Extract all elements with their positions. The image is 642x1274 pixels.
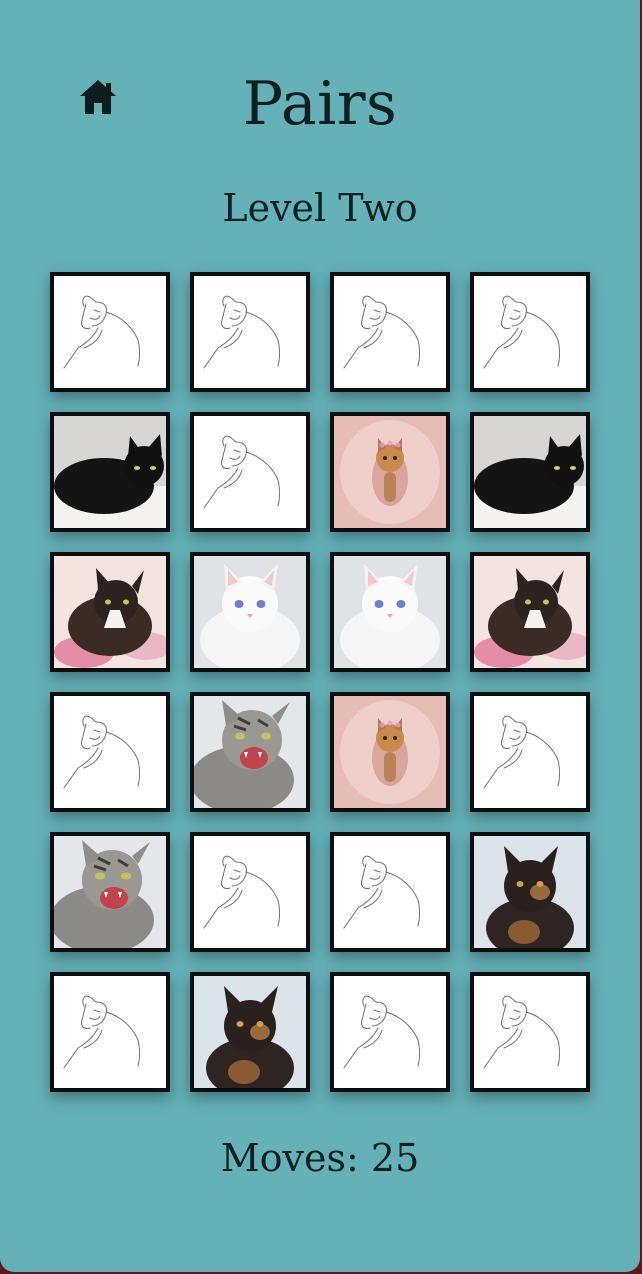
tabby-hissing-image (194, 696, 306, 808)
cat-outline-icon (54, 276, 166, 388)
card-face-down[interactable] (190, 412, 310, 532)
cat-outline-icon (334, 836, 446, 948)
tortoiseshell-cat-image (474, 836, 586, 948)
card-face-down[interactable] (190, 832, 310, 952)
cat-outline-icon (334, 276, 446, 388)
white-cat-image (194, 556, 306, 668)
black-white-cat-image (54, 556, 166, 668)
card-tortoiseshell-cat[interactable] (470, 832, 590, 952)
cat-outline-icon (334, 976, 446, 1088)
moves-counter: Moves: 25 (0, 1132, 640, 1184)
card-white-cat[interactable] (330, 552, 450, 672)
card-black-white-cat[interactable] (470, 552, 590, 672)
black-cat-image (474, 416, 586, 528)
cat-outline-icon (54, 696, 166, 808)
card-black-cat[interactable] (50, 412, 170, 532)
card-tabby-hissing[interactable] (50, 832, 170, 952)
white-cat-image (334, 556, 446, 668)
black-white-cat-image (474, 556, 586, 668)
moves-label: Moves: (220, 1136, 359, 1180)
tabby-hissing-image (54, 836, 166, 948)
card-grid (50, 272, 590, 1092)
cat-outline-icon (474, 276, 586, 388)
card-face-down[interactable] (470, 272, 590, 392)
cat-outline-icon (474, 696, 586, 808)
ginger-kitten-pink-image (334, 416, 446, 528)
card-tabby-hissing[interactable] (190, 692, 310, 812)
card-ginger-kitten-pink[interactable] (330, 412, 450, 532)
card-face-down[interactable] (330, 972, 450, 1092)
game-screen: Pairs Level Two Moves: 25 (0, 0, 640, 1272)
card-face-down[interactable] (50, 972, 170, 1092)
cat-outline-icon (194, 416, 306, 528)
card-face-down[interactable] (470, 972, 590, 1092)
card-white-cat[interactable] (190, 552, 310, 672)
card-ginger-kitten-pink[interactable] (330, 692, 450, 812)
card-face-down[interactable] (50, 692, 170, 812)
card-black-cat[interactable] (470, 412, 590, 532)
ginger-kitten-pink-image (334, 696, 446, 808)
card-face-down[interactable] (330, 272, 450, 392)
level-label: Level Two (222, 186, 418, 230)
tortoiseshell-cat-image (194, 976, 306, 1088)
card-face-down[interactable] (50, 272, 170, 392)
cat-outline-icon (194, 836, 306, 948)
game-title: Pairs (242, 69, 398, 139)
card-tortoiseshell-cat[interactable] (190, 972, 310, 1092)
card-face-down[interactable] (470, 692, 590, 812)
cat-outline-icon (54, 976, 166, 1088)
cat-outline-icon (194, 276, 306, 388)
card-black-white-cat[interactable] (50, 552, 170, 672)
card-face-down[interactable] (190, 272, 310, 392)
cat-outline-icon (474, 976, 586, 1088)
black-cat-image (54, 416, 166, 528)
moves-value: 25 (370, 1136, 420, 1180)
card-face-down[interactable] (330, 832, 450, 952)
